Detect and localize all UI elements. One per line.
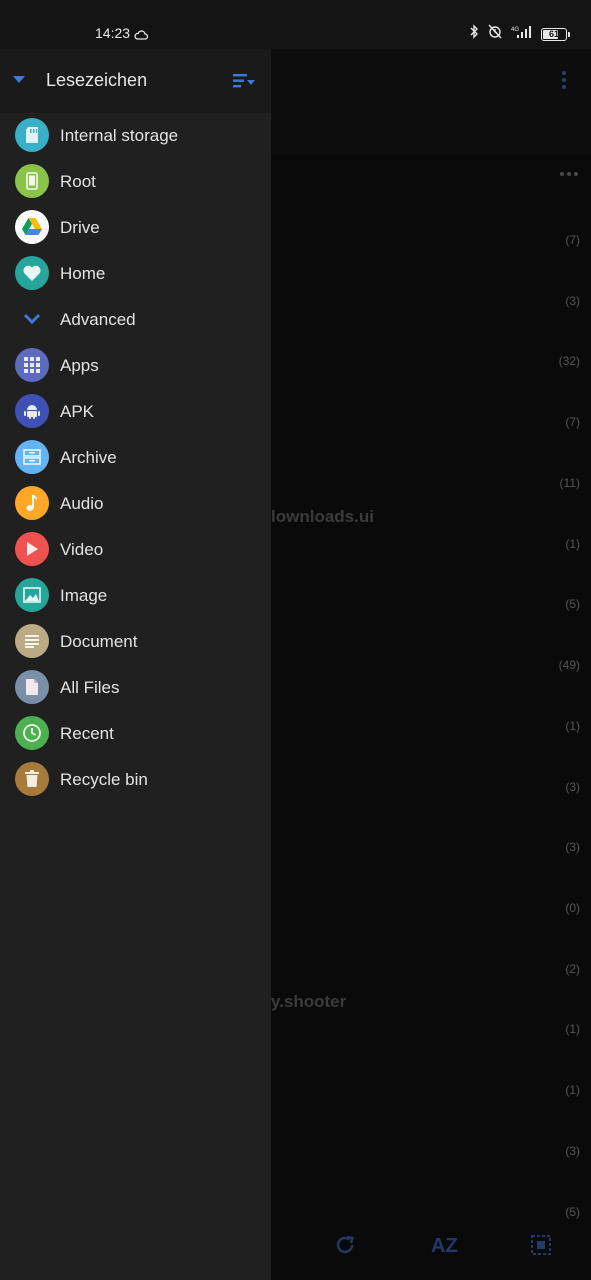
music-note-icon xyxy=(15,486,49,520)
folder-count: (0) xyxy=(565,901,580,915)
caret-down-icon[interactable] xyxy=(13,76,25,83)
bluetooth-icon xyxy=(469,24,479,44)
drawer-header[interactable]: Lesezeichen xyxy=(0,49,271,113)
menu-item-recycle-bin[interactable]: Recycle bin xyxy=(0,757,271,803)
menu-item-all-files[interactable]: All Files xyxy=(0,665,271,711)
menu-item-label: Drive xyxy=(60,218,100,237)
menu-item-label: Advanced xyxy=(60,310,136,329)
folder-count: (11) xyxy=(559,476,580,490)
folder-count: (1) xyxy=(565,537,580,551)
menu-item-label: Image xyxy=(60,586,108,605)
menu-item-label: Internal storage xyxy=(60,126,179,145)
folder-count: (5) xyxy=(565,597,580,611)
folder-count: (1) xyxy=(565,1083,580,1097)
menu-item-root[interactable]: Root xyxy=(0,159,271,205)
play-icon xyxy=(15,532,49,566)
menu-item-label: Audio xyxy=(60,494,104,513)
menu-item-label: Home xyxy=(60,264,106,283)
menu-item-home[interactable]: Home xyxy=(0,251,271,297)
folder-count: (49) xyxy=(558,658,580,672)
phone-icon xyxy=(15,164,49,198)
google-drive-icon xyxy=(15,210,49,244)
overflow-menu-icon xyxy=(562,71,566,91)
clock-icon xyxy=(15,716,49,750)
menu-item-label: Video xyxy=(60,540,104,559)
menu-item-video[interactable]: Video xyxy=(0,527,271,573)
menu-item-apps[interactable]: Apps xyxy=(0,343,271,389)
sort-az-label: AZ xyxy=(431,1235,458,1257)
status-time: 14:23 xyxy=(95,25,131,41)
folder-count: (7) xyxy=(565,233,580,247)
android-icon xyxy=(15,394,49,428)
folder-count: (3) xyxy=(565,1144,580,1158)
drawer-title: Lesezeichen xyxy=(46,70,148,90)
refresh-icon xyxy=(334,1234,356,1262)
menu-item-internal-storage[interactable]: Internal storage xyxy=(0,113,271,159)
status-icons: 4G 61 xyxy=(469,24,570,44)
menu-item-image[interactable]: Image xyxy=(0,573,271,619)
battery-level: 61 xyxy=(548,28,559,39)
menu-item-label: Recent xyxy=(60,724,114,743)
battery-icon: 61 xyxy=(541,27,570,41)
menu-item-drive[interactable]: Drive xyxy=(0,205,271,251)
cloud-icon xyxy=(134,27,149,45)
folder-count: (32) xyxy=(558,354,580,368)
heart-icon xyxy=(15,256,49,290)
bookmark-list: Internal storage Root Drive Home Advance xyxy=(0,113,271,803)
menu-item-document[interactable]: Document xyxy=(0,619,271,665)
navigation-drawer: Lesezeichen Internal storage Root Drive xyxy=(0,49,271,1280)
status-bar: 14:23 4G 61 xyxy=(0,0,591,49)
sd-card-icon xyxy=(15,118,49,152)
menu-item-audio[interactable]: Audio xyxy=(0,481,271,527)
folder-count: (7) xyxy=(565,415,580,429)
folder-count: (2) xyxy=(565,962,580,976)
menu-item-label: Root xyxy=(60,172,96,191)
chevron-down-icon xyxy=(15,302,49,336)
menu-item-recent[interactable]: Recent xyxy=(0,711,271,757)
sort-icon[interactable] xyxy=(233,72,255,90)
folder-count: (3) xyxy=(565,294,580,308)
trash-icon xyxy=(15,762,49,796)
alarm-off-icon xyxy=(487,24,503,44)
apps-grid-icon xyxy=(15,348,49,382)
folder-count: (1) xyxy=(565,1022,580,1036)
folder-count: (5) xyxy=(565,1205,580,1219)
select-all-icon xyxy=(530,1234,552,1262)
signal-icon: 4G xyxy=(511,25,533,44)
menu-item-advanced[interactable]: Advanced xyxy=(0,297,271,343)
archive-icon xyxy=(15,440,49,474)
menu-item-archive[interactable]: Archive xyxy=(0,435,271,481)
file-icon xyxy=(15,670,49,704)
folder-count: (3) xyxy=(565,780,580,794)
folder-name: lownloads.ui xyxy=(271,507,374,526)
folder-count: (3) xyxy=(565,840,580,854)
image-icon xyxy=(15,578,49,612)
folder-name: y.shooter xyxy=(271,992,347,1011)
more-horizontal-icon xyxy=(560,172,578,176)
network-type: 4G xyxy=(511,27,519,33)
menu-item-label: Archive xyxy=(60,448,117,467)
menu-item-apk[interactable]: APK xyxy=(0,389,271,435)
menu-item-label: Recycle bin xyxy=(60,770,148,789)
menu-item-label: Document xyxy=(60,632,138,651)
menu-item-label: Apps xyxy=(60,356,99,375)
folder-count: (1) xyxy=(565,719,580,733)
document-icon xyxy=(15,624,49,658)
menu-item-label: APK xyxy=(60,402,95,421)
menu-item-label: All Files xyxy=(60,678,120,697)
